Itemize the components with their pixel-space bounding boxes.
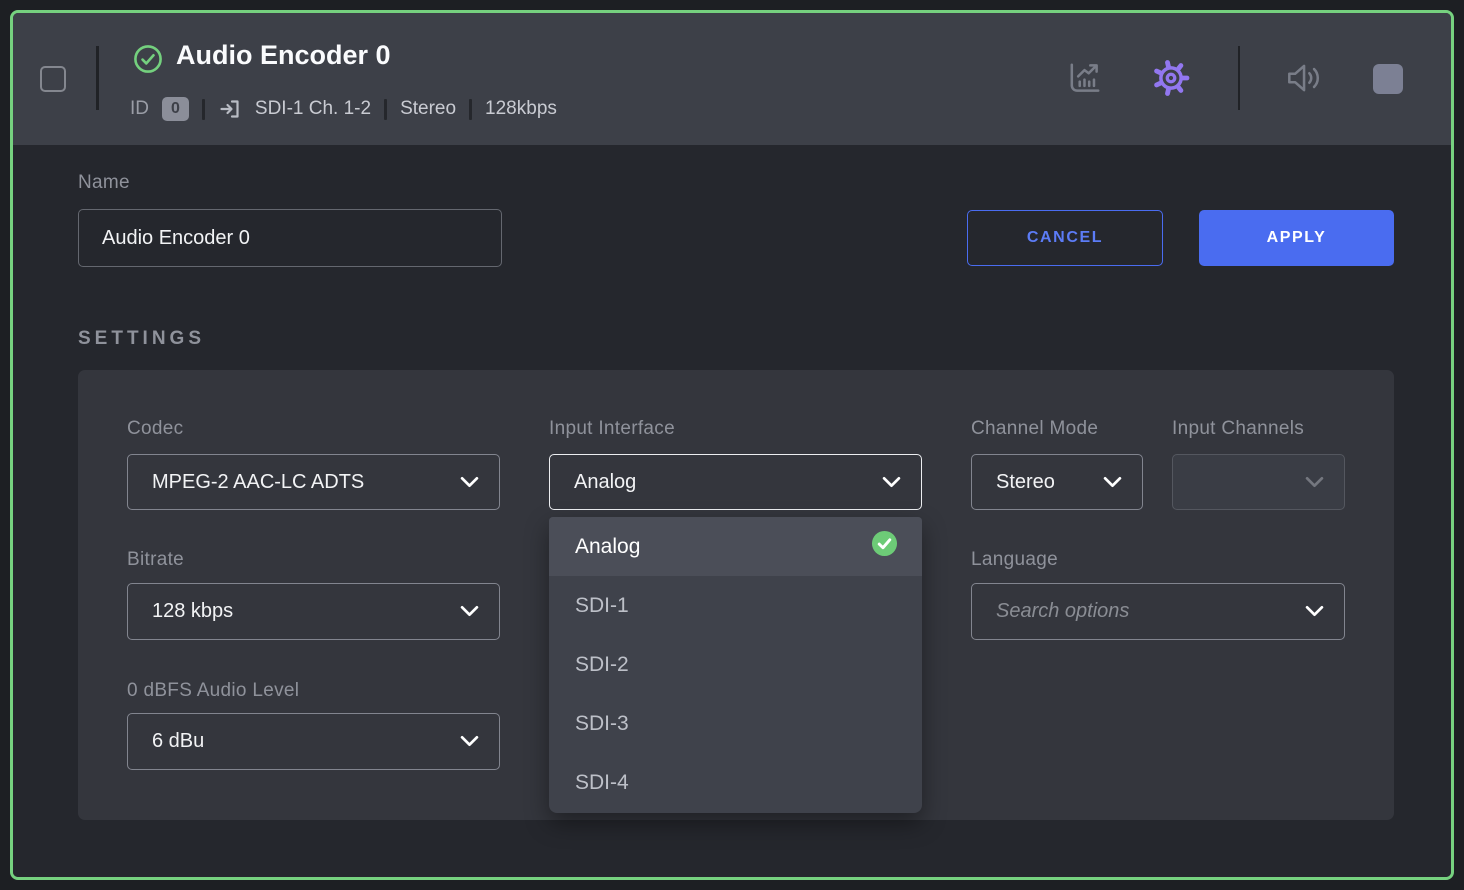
option-label: SDI-4 xyxy=(575,771,629,795)
apply-button[interactable]: APPLY xyxy=(1199,210,1394,266)
codec-label: Codec xyxy=(127,418,183,440)
select-encoder-checkbox[interactable] xyxy=(40,66,66,92)
input-interface-value: Analog xyxy=(574,471,636,494)
input-channels-select xyxy=(1172,454,1345,510)
status-check-icon xyxy=(133,44,163,74)
chevron-down-icon xyxy=(882,471,901,494)
settings-section-title: SETTINGS xyxy=(78,328,205,350)
encoder-title: Audio Encoder 0 xyxy=(176,40,391,71)
audio-level-label: 0 dBFS Audio Level xyxy=(127,680,299,702)
divider xyxy=(469,99,472,120)
chevron-down-icon xyxy=(460,730,479,753)
codec-value: MPEG-2 AAC-LC ADTS xyxy=(152,471,364,494)
channel-mode-label: Channel Mode xyxy=(971,418,1098,440)
source-summary: SDI-1 Ch. 1-2 xyxy=(255,98,371,120)
gear-icon[interactable] xyxy=(1149,56,1193,100)
id-label: ID xyxy=(130,98,149,120)
divider xyxy=(202,99,205,120)
settings-panel: Codec MPEG-2 AAC-LC ADTS Input Interface… xyxy=(78,370,1394,820)
stop-square-icon[interactable] xyxy=(1373,64,1403,94)
input-source-icon xyxy=(218,97,242,121)
header-divider xyxy=(96,46,99,110)
language-placeholder: Search options xyxy=(996,600,1129,623)
channel-mode-select[interactable]: Stereo xyxy=(971,454,1143,510)
divider xyxy=(384,99,387,120)
encoder-summary: ID 0 SDI-1 Ch. 1-2 Stereo 128kbps xyxy=(130,94,557,124)
chevron-down-icon xyxy=(1103,471,1122,494)
bitrate-summary: 128kbps xyxy=(485,98,557,120)
option-sdi-3[interactable]: SDI-3 xyxy=(549,694,922,753)
bitrate-select[interactable]: 128 kbps xyxy=(127,583,500,640)
input-interface-select[interactable]: Analog xyxy=(549,454,922,510)
audio-level-select[interactable]: 6 dBu xyxy=(127,713,500,770)
input-channels-label: Input Channels xyxy=(1172,418,1304,440)
channel-mode-value: Stereo xyxy=(996,471,1055,494)
bitrate-value: 128 kbps xyxy=(152,600,233,623)
header-divider xyxy=(1238,46,1240,110)
input-interface-label: Input Interface xyxy=(549,418,675,440)
name-label: Name xyxy=(78,172,130,194)
encoder-card: Audio Encoder 0 ID 0 SDI-1 Ch. 1-2 Stere… xyxy=(10,10,1454,880)
option-analog[interactable]: Analog xyxy=(549,517,922,576)
selected-check-icon xyxy=(871,530,898,563)
chevron-down-icon xyxy=(1305,471,1324,494)
encoder-body: Name CANCEL APPLY SETTINGS Codec MPEG-2 … xyxy=(13,145,1451,877)
codec-select[interactable]: MPEG-2 AAC-LC ADTS xyxy=(127,454,500,510)
option-sdi-2[interactable]: SDI-2 xyxy=(549,635,922,694)
speaker-icon[interactable] xyxy=(1283,58,1323,98)
header-bar: Audio Encoder 0 ID 0 SDI-1 Ch. 1-2 Stere… xyxy=(13,13,1451,145)
bitrate-label: Bitrate xyxy=(127,549,184,571)
audio-encoder-page: Audio Encoder 0 ID 0 SDI-1 Ch. 1-2 Stere… xyxy=(0,0,1464,890)
option-label: SDI-1 xyxy=(575,594,629,618)
option-sdi-4[interactable]: SDI-4 xyxy=(549,753,922,812)
option-label: SDI-3 xyxy=(575,712,629,736)
chart-stats-icon[interactable] xyxy=(1066,59,1104,97)
language-select[interactable]: Search options xyxy=(971,583,1345,640)
language-label: Language xyxy=(971,549,1058,571)
cancel-button[interactable]: CANCEL xyxy=(967,210,1163,266)
chevron-down-icon xyxy=(1305,600,1324,623)
input-interface-dropdown-menu: Analog SDI-1 SDI-2 xyxy=(549,517,922,813)
id-badge: 0 xyxy=(162,97,189,121)
name-input[interactable] xyxy=(78,209,502,267)
chevron-down-icon xyxy=(460,471,479,494)
channel-mode-summary: Stereo xyxy=(400,98,456,120)
option-label: SDI-2 xyxy=(575,653,629,677)
audio-level-value: 6 dBu xyxy=(152,730,204,753)
chevron-down-icon xyxy=(460,600,479,623)
option-label: Analog xyxy=(575,535,640,559)
option-sdi-1[interactable]: SDI-1 xyxy=(549,576,922,635)
